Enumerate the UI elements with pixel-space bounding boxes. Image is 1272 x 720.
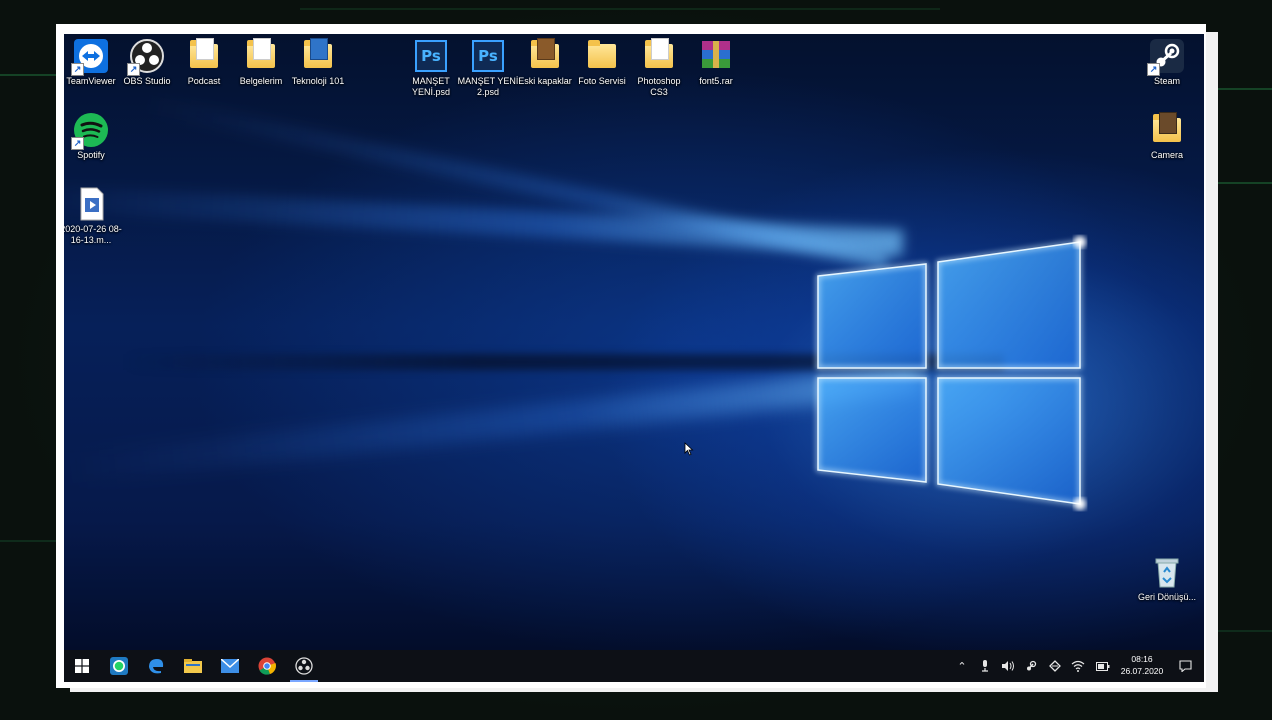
start-button[interactable] xyxy=(64,650,100,682)
folder-icon xyxy=(641,38,677,74)
edge-icon xyxy=(149,659,164,674)
desktop-icon-video-file[interactable]: 2020-07-26 08-16-13.m... xyxy=(64,186,122,246)
desktop-icon-label: font5.rar xyxy=(699,76,733,86)
obs-icon xyxy=(295,657,313,675)
mouse-cursor-icon xyxy=(684,442,694,456)
recycle-bin-icon xyxy=(1149,554,1185,590)
desktop-icon-foto-servisi[interactable]: Foto Servisi xyxy=(571,38,633,87)
notification-icon xyxy=(1178,660,1192,672)
taskbar-whatsapp[interactable] xyxy=(101,650,137,682)
desktop-icon-label: Teknoloji 101 xyxy=(291,76,345,86)
decor-streak xyxy=(0,74,56,76)
desktop-icon-label: Spotify xyxy=(77,150,105,160)
desktop-icon-belgelerim[interactable]: Belgelerim xyxy=(230,38,292,87)
decor-streak xyxy=(300,8,940,10)
folder-icon xyxy=(584,38,620,74)
taskbar-edge[interactable] xyxy=(138,650,174,682)
video-file-icon xyxy=(73,186,109,222)
file-explorer-icon xyxy=(184,659,202,673)
volume-icon xyxy=(1002,661,1014,671)
clock-date: 26.07.2020 xyxy=(1120,666,1164,676)
chevron-up-icon: ⌃ xyxy=(957,660,967,673)
desktop-icon-label: Camera xyxy=(1150,150,1183,160)
windows-logo xyxy=(816,236,1086,510)
taskbar-obs[interactable] xyxy=(286,650,322,682)
chrome-icon xyxy=(258,657,276,675)
desktop-icon-label: Steam xyxy=(1153,76,1180,86)
photoshop-file-icon: Ps xyxy=(470,38,506,74)
taskbar-clock[interactable]: 08:16 26.07.2020 xyxy=(1114,653,1170,677)
windows-start-icon xyxy=(75,659,89,673)
action-center-button[interactable] xyxy=(1174,650,1196,682)
desktop-icon-obs-studio[interactable]: ↗ OBS Studio xyxy=(116,38,178,87)
desktop-icon-label: MANŞET YENİ 2.psd xyxy=(457,76,519,97)
desktop-icon-spotify[interactable]: ↗ Spotify xyxy=(64,112,122,161)
desktop-icon-label: OBS Studio xyxy=(123,76,171,86)
steam-icon: ↗ xyxy=(1147,38,1185,76)
folder-icon xyxy=(300,38,336,74)
desktop-icon-camera[interactable]: Camera xyxy=(1136,112,1198,161)
clock-time: 08:16 xyxy=(1131,654,1153,664)
desktop-icon-manset-yeni-psd[interactable]: Ps MANŞET YENİ.psd xyxy=(400,38,462,98)
teamviewer-tray-icon xyxy=(1049,660,1061,672)
tray-network-app[interactable] xyxy=(1044,650,1066,682)
desktop-icon-label: Podcast xyxy=(187,76,221,86)
taskbar-file-explorer[interactable] xyxy=(175,650,211,682)
photoshop-file-icon: Ps xyxy=(413,38,449,74)
desktop-icon-eski-kapaklar[interactable]: Eski kapaklar xyxy=(514,38,576,87)
decor-streak xyxy=(1216,88,1272,90)
folder-icon xyxy=(1149,112,1185,148)
desktop-icon-label: Geri Dönüşü... xyxy=(1137,592,1197,602)
tray-wifi[interactable] xyxy=(1067,650,1089,682)
steam-icon xyxy=(1027,660,1037,671)
obs-icon: ↗ xyxy=(127,38,165,76)
taskbar-mail[interactable] xyxy=(212,650,248,682)
decor-streak xyxy=(1216,182,1272,184)
desktop-icon-manset-yeni-2-psd[interactable]: Ps MANŞET YENİ 2.psd xyxy=(457,38,519,98)
show-hidden-icons-button[interactable]: ⌃ xyxy=(951,650,973,682)
desktop-icon-font5-rar[interactable]: font5.rar xyxy=(685,38,747,87)
desktop-screen[interactable]: ↗ TeamViewer ↗ OBS Studio Podcast Belgel… xyxy=(64,34,1204,682)
desktop-icon-podcast[interactable]: Podcast xyxy=(173,38,235,87)
desktop-icon-photoshop-cs3[interactable]: Photoshop CS3 xyxy=(628,38,690,98)
tray-microphone[interactable] xyxy=(974,650,996,682)
taskbar-chrome[interactable] xyxy=(249,650,285,682)
tray-steam[interactable] xyxy=(1020,650,1042,682)
whatsapp-icon xyxy=(110,657,128,675)
tray-volume[interactable] xyxy=(997,650,1019,682)
winrar-icon xyxy=(698,38,734,74)
folder-icon xyxy=(186,38,222,74)
mail-icon xyxy=(221,659,239,673)
desktop-icon-label: Photoshop CS3 xyxy=(637,76,681,97)
folder-icon xyxy=(243,38,279,74)
folder-icon xyxy=(527,38,563,74)
wifi-icon xyxy=(1071,660,1085,672)
decor-streak xyxy=(0,540,56,542)
desktop-icon-teknoloji-101[interactable]: Teknoloji 101 xyxy=(287,38,349,87)
desktop-icon-label: Belgelerim xyxy=(239,76,283,86)
taskbar: ⌃ 08:16 26.07.2020 xyxy=(64,650,1204,682)
decor-streak xyxy=(1216,630,1272,632)
desktop-icon-label: 2020-07-26 08-16-13.m... xyxy=(64,224,122,245)
desktop-icon-label: MANŞET YENİ.psd xyxy=(411,76,451,97)
desktop-icon-teamviewer[interactable]: ↗ TeamViewer xyxy=(64,38,122,87)
desktop-icon-recycle-bin[interactable]: Geri Dönüşü... xyxy=(1136,554,1198,603)
desktop-icon-label: Eski kapaklar xyxy=(518,76,572,86)
desktop-icon-label: TeamViewer xyxy=(66,76,116,86)
desktop-icon-label: Foto Servisi xyxy=(578,76,626,86)
teamviewer-icon: ↗ xyxy=(71,38,109,76)
spotify-icon: ↗ xyxy=(71,112,109,150)
desktop-icon-steam[interactable]: ↗ Steam xyxy=(1136,38,1198,87)
tray-battery[interactable] xyxy=(1092,650,1114,682)
microphone-icon xyxy=(982,660,988,672)
battery-icon xyxy=(1096,661,1110,671)
